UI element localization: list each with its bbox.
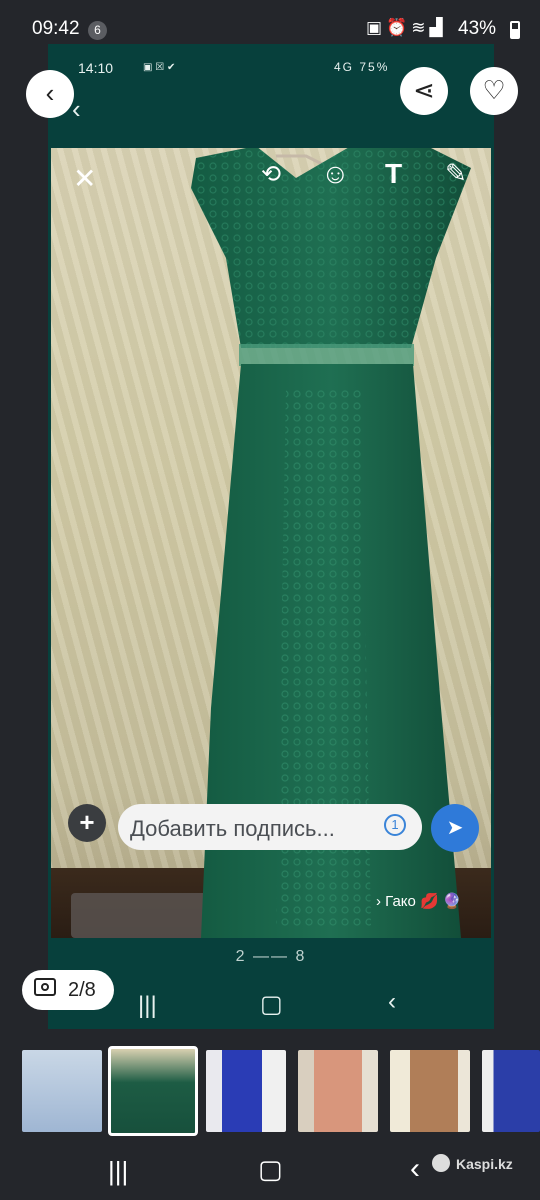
chevron-left-icon: ‹: [45, 78, 55, 108]
crop-rotate-icon[interactable]: ⟲: [261, 160, 281, 189]
thumbnail-5[interactable]: [390, 1050, 470, 1132]
watermark: Kaspi.kz: [456, 1156, 513, 1172]
listing-photo-screenshot[interactable]: 14:10 ▣ ☒ ✔ 4G 75% ‹ ✕ ⟲ ☺ T ✎ + Добавит…: [48, 44, 494, 1029]
add-media-button[interactable]: [68, 804, 106, 842]
back-icon: ‹: [388, 988, 396, 1015]
notification-count-badge: 6: [88, 21, 107, 40]
recent-apps-icon[interactable]: |||: [108, 1156, 128, 1187]
battery-percent: 43%: [458, 18, 497, 39]
wifi-icon: ≋: [411, 18, 430, 37]
thumbnail-4[interactable]: [298, 1050, 378, 1132]
share-button[interactable]: ⋖: [400, 67, 448, 115]
heart-icon: ♡: [482, 75, 506, 105]
close-icon[interactable]: ✕: [73, 162, 96, 195]
alarm-icon: ⏰: [386, 18, 412, 37]
status-time: 09:42: [32, 18, 80, 39]
inner-status-time: 14:10: [78, 60, 114, 76]
recent-apps-icon: |||: [138, 992, 157, 1019]
favorite-button[interactable]: ♡: [470, 67, 518, 115]
status-icons: ▣⏰≋▟: [366, 18, 447, 38]
inner-status-right: 4G 75%: [334, 60, 390, 74]
back-button[interactable]: ‹: [26, 70, 74, 118]
lock-icon: ▣: [366, 18, 387, 37]
home-icon: ▢: [260, 991, 283, 1018]
share-icon: ⋖: [413, 75, 435, 105]
emoji-icon[interactable]: ☺: [321, 158, 350, 190]
back-icon[interactable]: ‹: [410, 1152, 420, 1186]
camera-icon: [34, 978, 56, 996]
home-icon[interactable]: ▢: [258, 1154, 283, 1185]
photo-counter: 2/8: [22, 970, 114, 1010]
caption-input[interactable]: Добавить подпись... 1: [118, 804, 422, 850]
inner-page-indicator: 2 —— 8: [235, 948, 307, 965]
text-tool-icon[interactable]: T: [385, 158, 402, 190]
photo-counter-text: 2/8: [68, 979, 96, 1001]
kaspi-logo-icon: [432, 1154, 450, 1172]
pencil-icon[interactable]: ✎: [445, 158, 467, 189]
signal-icon: ▟: [429, 18, 447, 37]
inner-status-icons: ▣ ☒ ✔: [143, 62, 176, 73]
send-button[interactable]: [431, 804, 479, 852]
caption-placeholder: Добавить подпись...: [130, 816, 335, 841]
thumbnail-2-selected[interactable]: [108, 1046, 198, 1136]
thumbnail-1[interactable]: [22, 1050, 102, 1132]
thumbnail-6[interactable]: [482, 1050, 540, 1132]
battery-fill: [512, 29, 518, 37]
inner-navigation-bar: ||| ▢ ‹: [48, 984, 494, 1029]
view-once-icon[interactable]: 1: [384, 814, 406, 836]
recipient-label: › Гако 💋 🔮: [376, 893, 462, 910]
thumbnail-3[interactable]: [206, 1050, 286, 1132]
